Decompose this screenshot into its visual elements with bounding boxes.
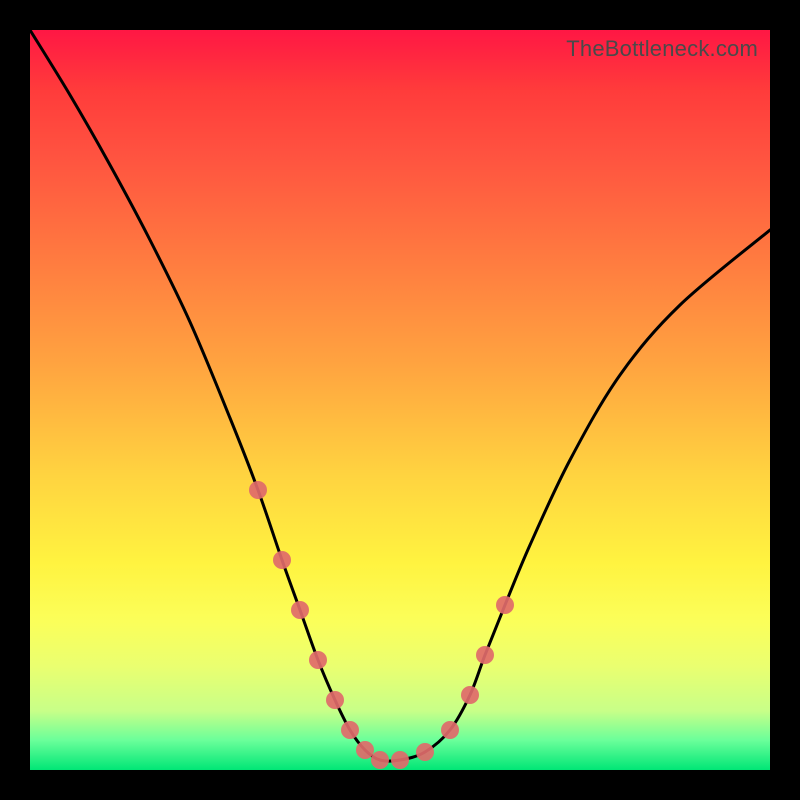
data-marker <box>341 721 359 739</box>
data-marker <box>273 551 291 569</box>
data-marker <box>249 481 267 499</box>
data-marker <box>461 686 479 704</box>
data-marker <box>291 601 309 619</box>
watermark-text: TheBottleneck.com <box>566 36 758 62</box>
data-marker <box>326 691 344 709</box>
plot-area: TheBottleneck.com <box>30 30 770 770</box>
data-marker <box>416 743 434 761</box>
bottleneck-curve-chart <box>30 30 770 770</box>
chart-frame: TheBottleneck.com <box>0 0 800 800</box>
data-marker <box>371 751 389 769</box>
data-marker <box>309 651 327 669</box>
data-marker <box>356 741 374 759</box>
data-marker <box>476 646 494 664</box>
data-marker <box>441 721 459 739</box>
data-marker <box>391 751 409 769</box>
data-marker <box>496 596 514 614</box>
curve-line <box>30 30 770 761</box>
